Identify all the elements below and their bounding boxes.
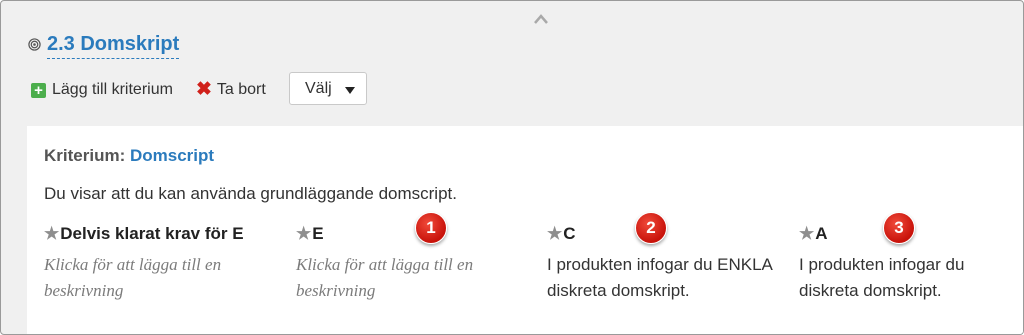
star-icon[interactable]: ★ bbox=[44, 224, 59, 244]
star-icon[interactable]: ★ bbox=[547, 224, 562, 244]
level-description[interactable]: Klicka för att lägga till en beskrivning bbox=[44, 252, 284, 304]
level-description[interactable]: I produkten infogar du ENKLA diskreta do… bbox=[547, 252, 787, 304]
remove-button[interactable]: ✖ Ta bort bbox=[195, 79, 266, 100]
plus-icon: + bbox=[31, 82, 46, 98]
x-icon: ✖ bbox=[195, 79, 212, 100]
level-column: ★ E Klicka för att lägga till en beskriv… bbox=[296, 224, 536, 304]
level-heading-text: E bbox=[312, 224, 324, 243]
target-icon bbox=[28, 38, 41, 51]
criterion-header: Kriterium: Domscript bbox=[44, 146, 214, 166]
level-heading-text: C bbox=[563, 224, 576, 243]
add-criterion-button[interactable]: + Lägg till kriterium bbox=[31, 81, 173, 99]
level-description[interactable]: Klicka för att lägga till en beskrivning bbox=[296, 252, 536, 304]
rubric-section: 2.3 Domskript + Lägg till kriterium ✖ Ta… bbox=[0, 0, 1024, 335]
star-icon[interactable]: ★ bbox=[296, 224, 311, 244]
section-title[interactable]: 2.3 Domskript bbox=[47, 32, 180, 59]
level-column: ★ C I produkten infogar du ENKLA diskret… bbox=[547, 224, 787, 304]
caret-down-icon bbox=[345, 87, 355, 94]
star-icon[interactable]: ★ bbox=[799, 224, 814, 244]
step-badge-2: 2 bbox=[635, 212, 667, 244]
level-description[interactable]: I produkten infogar du diskreta domskrip… bbox=[799, 252, 1009, 304]
add-criterion-label: Lägg till kriterium bbox=[52, 81, 173, 98]
toolbar: + Lägg till kriterium ✖ Ta bort bbox=[31, 73, 266, 107]
step-badge-1: 1 bbox=[415, 212, 447, 244]
step-badge-3: 3 bbox=[883, 212, 915, 244]
criterion-name[interactable]: Domscript bbox=[130, 146, 214, 165]
remove-label: Ta bort bbox=[216, 81, 266, 98]
level-column: ★ Delvis klarat krav för E Klicka för at… bbox=[44, 224, 284, 304]
choose-select[interactable]: Välj bbox=[289, 72, 367, 105]
level-heading[interactable]: ★ Delvis klarat krav för E bbox=[44, 224, 284, 244]
criterion-panel: Kriterium: Domscript Du visar att du kan… bbox=[27, 126, 1023, 334]
level-heading-text: Delvis klarat krav för E bbox=[60, 224, 244, 243]
criterion-label: Kriterium: bbox=[44, 146, 126, 165]
chevron-up-icon[interactable] bbox=[533, 13, 549, 25]
level-heading[interactable]: ★ C bbox=[547, 224, 787, 244]
criterion-description[interactable]: Du visar att du kan använda grundläggand… bbox=[44, 184, 457, 204]
select-value: Välj bbox=[305, 80, 332, 97]
level-heading-text: A bbox=[815, 224, 828, 243]
